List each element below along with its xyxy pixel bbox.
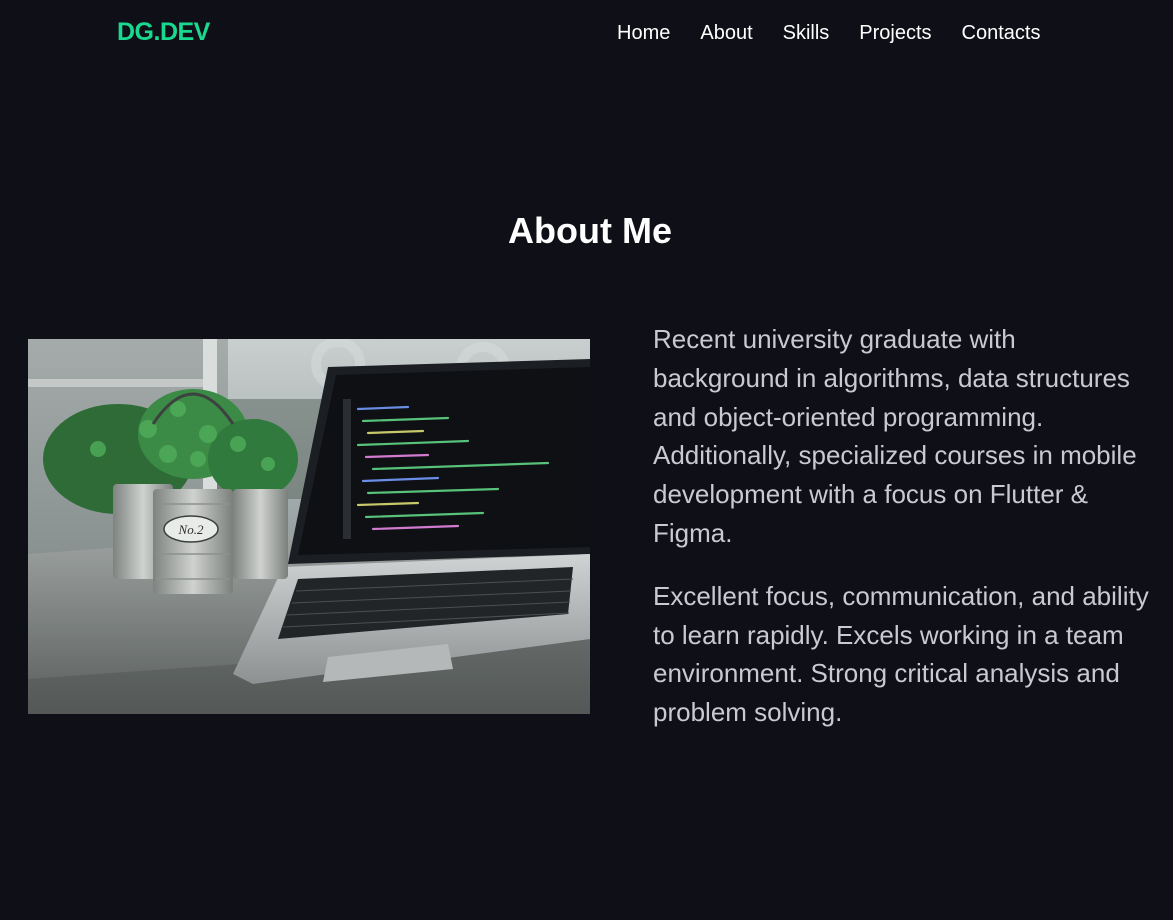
nav-link-projects[interactable]: Projects xyxy=(859,22,931,45)
nav-link-home[interactable]: Home xyxy=(617,22,670,45)
nav-link-contacts[interactable]: Contacts xyxy=(962,22,1041,45)
about-paragraph-2: Excellent focus, communication, and abil… xyxy=(653,580,1149,728)
about-description: Recent university graduate with backgrou… xyxy=(653,320,1153,756)
main-nav: Home About Skills Projects Contacts xyxy=(617,22,1040,45)
pot-label: No.2 xyxy=(178,522,204,537)
about-paragraph-1: Recent university graduate with backgrou… xyxy=(653,324,1137,548)
site-header: DG.DEV Home About Skills Projects Contac… xyxy=(0,0,1173,70)
laptop-photo: No.2 xyxy=(28,339,590,714)
nav-link-skills[interactable]: Skills xyxy=(783,22,830,45)
site-logo[interactable]: DG.DEV xyxy=(117,18,210,47)
nav-link-about[interactable]: About xyxy=(700,22,752,45)
section-title: About Me xyxy=(508,210,672,251)
